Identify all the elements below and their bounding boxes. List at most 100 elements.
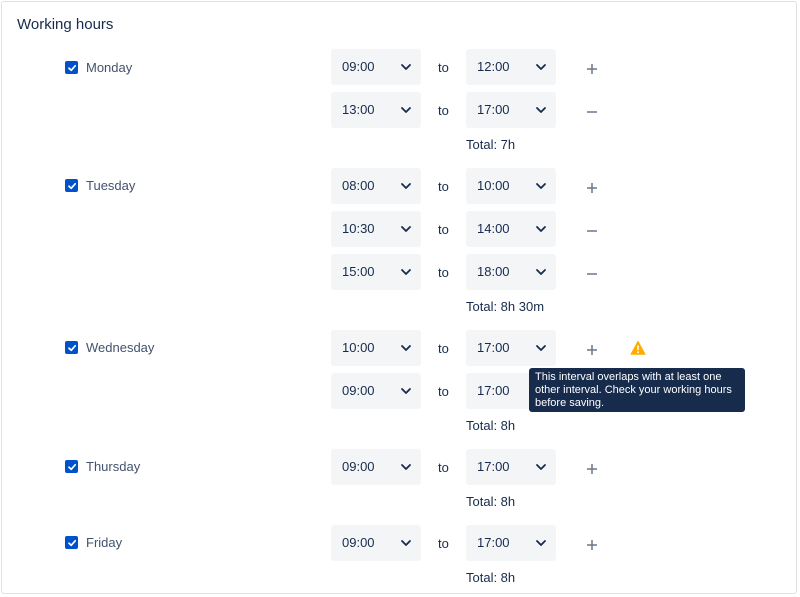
add-interval-button[interactable]: [584, 180, 600, 196]
check-icon: [67, 539, 76, 546]
start-time-select[interactable]: 10:00: [331, 330, 421, 366]
start-time-value: 09:00: [342, 383, 375, 398]
chevron-down-icon: [401, 540, 411, 546]
day-tuesday: Tuesday: [65, 178, 285, 199]
plus-icon: [587, 345, 597, 355]
chevron-down-icon: [401, 226, 411, 232]
day-label: Friday: [86, 535, 123, 550]
plus-icon: [587, 183, 597, 193]
start-time-value: 09:00: [342, 459, 375, 474]
remove-interval-button[interactable]: [584, 223, 600, 239]
start-time-select[interactable]: 15:00: [331, 254, 421, 290]
monday-checkbox[interactable]: [65, 61, 78, 74]
overlap-warning-tooltip: This interval overlaps with at least one…: [529, 368, 745, 412]
to-label: to: [438, 341, 449, 356]
end-time-select[interactable]: 10:00: [466, 168, 556, 204]
minus-icon: [587, 273, 597, 275]
working-hours-panel: Working hours Monday 09:00 to 12:00 13:0…: [1, 1, 797, 594]
chevron-down-icon: [536, 540, 546, 546]
end-time-select[interactable]: 18:00: [466, 254, 556, 290]
add-interval-button[interactable]: [584, 342, 600, 358]
start-time-value: 09:00: [342, 535, 375, 550]
end-time-value: 10:00: [477, 178, 510, 193]
chevron-down-icon: [536, 183, 546, 189]
chevron-down-icon: [536, 269, 546, 275]
add-interval-button[interactable]: [584, 461, 600, 477]
start-time-select[interactable]: 10:30: [331, 211, 421, 247]
warning-icon[interactable]: [630, 340, 646, 356]
day-label: Monday: [86, 60, 133, 75]
friday-checkbox[interactable]: [65, 536, 78, 549]
end-time-select[interactable]: 17:00: [466, 92, 556, 128]
check-icon: [67, 64, 76, 71]
page-title: Working hours: [17, 16, 114, 33]
to-label: to: [438, 265, 449, 280]
chevron-down-icon: [401, 388, 411, 394]
chevron-down-icon: [536, 226, 546, 232]
chevron-down-icon: [401, 345, 411, 351]
chevron-down-icon: [401, 464, 411, 470]
plus-icon: [587, 64, 597, 74]
end-time-select[interactable]: 14:00: [466, 211, 556, 247]
day-monday: Monday: [65, 60, 285, 81]
start-time-select[interactable]: 09:00: [331, 373, 421, 409]
chevron-down-icon: [536, 64, 546, 70]
plus-icon: [587, 540, 597, 550]
minus-icon: [587, 230, 597, 232]
to-label: to: [438, 222, 449, 237]
end-time-value: 12:00: [477, 59, 510, 74]
total-hours: Total: 8h: [466, 418, 516, 433]
thursday-checkbox[interactable]: [65, 460, 78, 473]
end-time-value: 17:00: [477, 535, 510, 550]
start-time-select[interactable]: 09:00: [331, 449, 421, 485]
check-icon: [67, 344, 76, 351]
remove-interval-button[interactable]: [584, 266, 600, 282]
start-time-value: 10:00: [342, 340, 375, 355]
start-time-select[interactable]: 08:00: [331, 168, 421, 204]
add-interval-button[interactable]: [584, 61, 600, 77]
start-time-value: 15:00: [342, 264, 375, 279]
day-wednesday: Wednesday: [65, 340, 285, 361]
end-time-select[interactable]: 12:00: [466, 49, 556, 85]
chevron-down-icon: [401, 269, 411, 275]
to-label: to: [438, 536, 449, 551]
total-hours: Total: 7h: [466, 137, 516, 152]
end-time-select[interactable]: 17:00: [466, 449, 556, 485]
end-time-select[interactable]: 17:00: [466, 330, 556, 366]
start-time-select[interactable]: 13:00: [331, 92, 421, 128]
to-label: to: [438, 384, 449, 399]
check-icon: [67, 182, 76, 189]
day-friday: Friday: [65, 535, 285, 556]
chevron-down-icon: [536, 107, 546, 113]
end-time-value: 18:00: [477, 264, 510, 279]
day-label: Thursday: [86, 459, 141, 474]
remove-interval-button[interactable]: [584, 104, 600, 120]
end-time-value: 14:00: [477, 221, 510, 236]
chevron-down-icon: [401, 64, 411, 70]
add-interval-button[interactable]: [584, 537, 600, 553]
minus-icon: [587, 111, 597, 113]
start-time-value: 13:00: [342, 102, 375, 117]
day-label: Wednesday: [86, 340, 155, 355]
start-time-select[interactable]: 09:00: [331, 49, 421, 85]
to-label: to: [438, 460, 449, 475]
chevron-down-icon: [536, 464, 546, 470]
tuesday-checkbox[interactable]: [65, 179, 78, 192]
start-time-select[interactable]: 09:00: [331, 525, 421, 561]
start-time-value: 08:00: [342, 178, 375, 193]
day-thursday: Thursday: [65, 459, 285, 480]
total-hours: Total: 8h: [466, 494, 516, 509]
end-time-value: 17:00: [477, 340, 510, 355]
plus-icon: [587, 464, 597, 474]
check-icon: [67, 463, 76, 470]
end-time-value: 17:00: [477, 383, 510, 398]
to-label: to: [438, 179, 449, 194]
end-time-select[interactable]: 17:00: [466, 525, 556, 561]
chevron-down-icon: [401, 183, 411, 189]
start-time-value: 10:30: [342, 221, 375, 236]
wednesday-checkbox[interactable]: [65, 341, 78, 354]
to-label: to: [438, 60, 449, 75]
day-label: Tuesday: [86, 178, 136, 193]
chevron-down-icon: [401, 107, 411, 113]
end-time-value: 17:00: [477, 459, 510, 474]
